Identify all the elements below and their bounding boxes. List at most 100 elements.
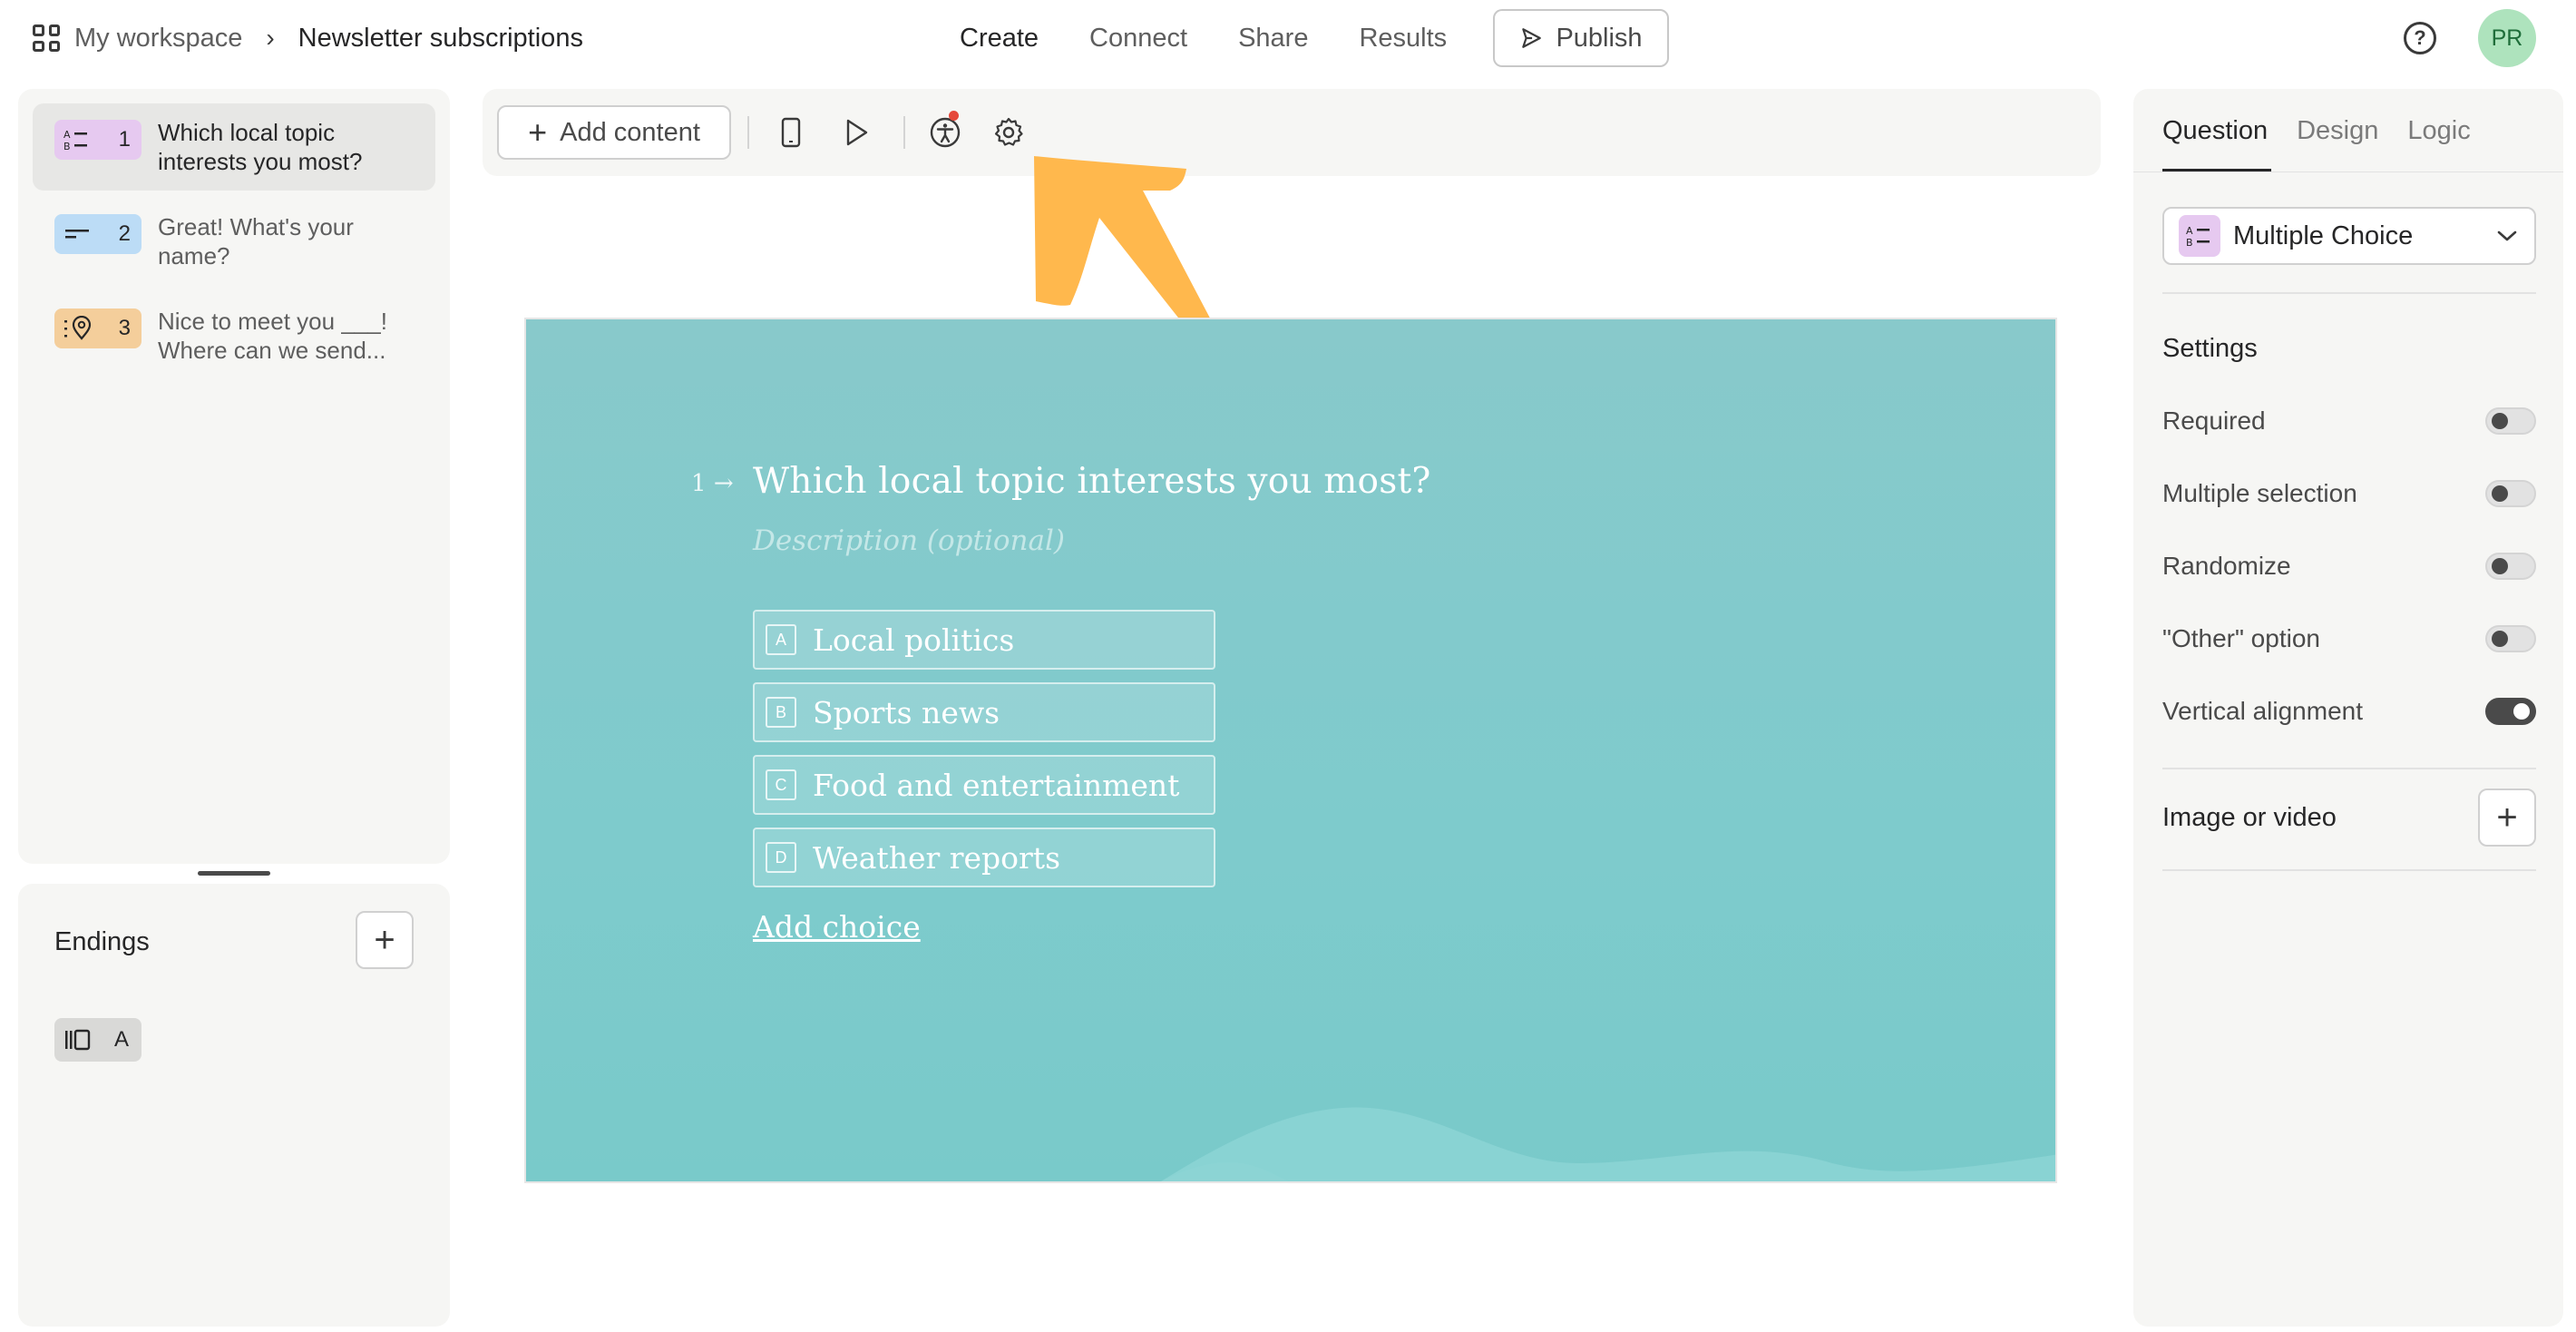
question-item-3[interactable]: 3 Nice to meet you ___! Where can we sen… <box>33 292 435 379</box>
chevron-down-icon <box>2497 230 2517 241</box>
plus-icon: + <box>528 113 548 151</box>
breadcrumb: My workspace › Newsletter subscriptions <box>33 18 583 58</box>
tab-divider <box>2133 171 2563 172</box>
properties-tabs: Question Design Logic <box>2162 116 2471 146</box>
choice-key: D <box>766 842 796 873</box>
question-number: 1 <box>118 127 131 152</box>
divider <box>2162 869 2536 871</box>
form-title[interactable]: Newsletter subscriptions <box>298 24 583 54</box>
question-type-badge: 3 <box>54 309 141 348</box>
question-number: 2 <box>118 221 131 246</box>
randomize-toggle[interactable] <box>2485 553 2536 580</box>
choice-option[interactable]: B Sports news <box>753 682 1215 742</box>
choice-label[interactable]: Sports news <box>813 695 1000 730</box>
ending-label: A <box>113 1027 129 1052</box>
add-media-button[interactable]: + <box>2478 788 2536 847</box>
send-icon <box>1522 28 1542 48</box>
accessibility-icon[interactable] <box>927 111 963 151</box>
help-icon[interactable]: ? <box>2404 22 2436 54</box>
choice-key: A <box>766 624 796 655</box>
panel-resize-handle[interactable] <box>198 871 270 876</box>
choice-label[interactable]: Food and entertainment <box>813 768 1179 803</box>
breadcrumb-separator-icon: › <box>266 24 275 52</box>
publish-label: Publish <box>1556 23 1643 53</box>
setting-label: Vertical alignment <box>2162 697 2364 725</box>
workspace-grid-icon[interactable] <box>33 24 60 52</box>
tab-design[interactable]: Design <box>2297 116 2378 146</box>
multiple-selection-toggle[interactable] <box>2485 480 2536 507</box>
add-content-button[interactable]: + Add content <box>497 105 731 160</box>
tab-logic[interactable]: Logic <box>2407 116 2470 146</box>
short-text-icon <box>65 230 89 239</box>
question-item-text: Great! What's your name? <box>158 213 354 269</box>
choice-label[interactable]: Weather reports <box>813 840 1060 876</box>
divider <box>2162 768 2536 769</box>
divider <box>2162 292 2536 294</box>
breadcrumb-workspace[interactable]: My workspace <box>74 24 242 54</box>
svg-text:A: A <box>63 129 71 141</box>
canvas-question-number: 1 → <box>691 470 734 497</box>
setting-label: Required <box>2162 406 2266 435</box>
nav-results[interactable]: Results <box>1359 24 1447 54</box>
svg-text:B: B <box>63 141 71 152</box>
add-choice-link[interactable]: Add choice <box>753 909 921 945</box>
choice-key: B <box>766 697 796 728</box>
settings-title: Settings <box>2162 334 2258 363</box>
setting-label: Multiple selection <box>2162 479 2357 507</box>
question-type-badge: 2 <box>54 214 141 254</box>
setting-label: Randomize <box>2162 552 2291 580</box>
question-type-label: Multiple Choice <box>2233 220 2414 250</box>
properties-panel: Question Design Logic AB Multiple Choice… <box>2133 89 2563 1327</box>
question-item-text: Nice to meet you ___! Where can we send.… <box>158 308 387 364</box>
top-bar: My workspace › Newsletter subscriptions … <box>0 0 2576 76</box>
question-item-text: Which local topic interests you most? <box>158 119 363 175</box>
setting-multiple-selection: Multiple selection <box>2162 475 2536 512</box>
endings-title: Endings <box>54 927 150 956</box>
top-nav: Create Connect Share Results <box>960 18 1447 58</box>
question-title[interactable]: Which local topic interests you most? <box>753 461 1430 502</box>
ending-icon <box>65 1029 91 1051</box>
setting-required: Required <box>2162 403 2536 439</box>
choice-label[interactable]: Local politics <box>813 622 1014 658</box>
choice-option[interactable]: A Local politics <box>753 610 1215 670</box>
add-ending-button[interactable]: + <box>356 911 414 969</box>
nav-create[interactable]: Create <box>960 24 1039 54</box>
setting-randomize: Randomize <box>2162 548 2536 584</box>
choice-option[interactable]: D Weather reports <box>753 828 1215 887</box>
question-list-panel: AB 1 Which local topic interests you mos… <box>18 89 450 864</box>
setting-label: "Other" option <box>2162 624 2320 652</box>
settings-gear-icon[interactable] <box>990 114 1027 151</box>
add-content-label: Add content <box>560 117 700 147</box>
image-or-video-label: Image or video <box>2162 802 2337 832</box>
question-type-badge: AB 1 <box>54 120 141 160</box>
arrow-right-icon: → <box>713 470 734 497</box>
question-number-text: 1 <box>691 470 707 497</box>
ending-item-a[interactable]: A <box>54 1018 141 1062</box>
question-item-1[interactable]: AB 1 Which local topic interests you mos… <box>33 103 435 191</box>
nav-connect[interactable]: Connect <box>1089 24 1187 54</box>
nav-share[interactable]: Share <box>1238 24 1308 54</box>
setting-vertical-alignment: Vertical alignment <box>2162 693 2536 730</box>
question-item-2[interactable]: 2 Great! What's your name? <box>33 198 435 285</box>
address-icon <box>64 316 92 340</box>
toolbar-divider <box>747 116 749 149</box>
setting-other-option: "Other" option <box>2162 621 2536 657</box>
image-or-video-row: Image or video + <box>2162 788 2536 847</box>
question-number: 3 <box>118 316 131 340</box>
avatar[interactable]: PR <box>2478 9 2536 67</box>
play-preview-icon[interactable] <box>838 114 874 151</box>
choice-option[interactable]: C Food and entertainment <box>753 755 1215 815</box>
vertical-alignment-toggle[interactable] <box>2485 698 2536 725</box>
form-preview-canvas[interactable]: 1 → Which local topic interests you most… <box>524 318 2057 1183</box>
endings-panel: Endings + A <box>18 884 450 1327</box>
required-toggle[interactable] <box>2485 407 2536 435</box>
annotation-arrow-icon <box>1034 156 1215 332</box>
other-option-toggle[interactable] <box>2485 625 2536 652</box>
description-input[interactable]: Description (optional) <box>753 524 1065 557</box>
notification-dot <box>949 111 959 121</box>
background-wave-decoration <box>1161 1107 2055 1181</box>
publish-button[interactable]: Publish <box>1493 9 1669 67</box>
question-type-select[interactable]: AB Multiple Choice <box>2162 207 2536 265</box>
tab-question[interactable]: Question <box>2162 116 2268 146</box>
mobile-preview-icon[interactable] <box>773 114 809 151</box>
